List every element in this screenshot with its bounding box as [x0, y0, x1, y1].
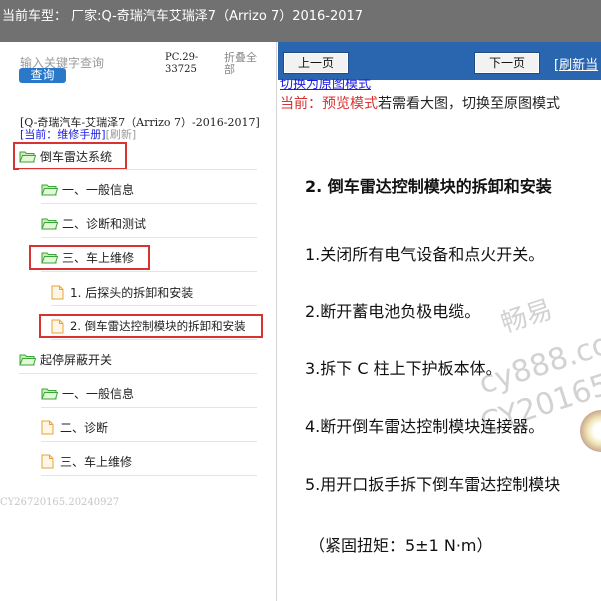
divider — [41, 271, 257, 272]
tree-node-label: 二、诊断和测试 — [62, 216, 147, 231]
divider — [51, 339, 257, 340]
watermark-text: 畅易 — [497, 294, 557, 340]
divider — [41, 441, 257, 442]
preview-mode-line: 当前：预览模式若需看大图，切换至原图模式 — [280, 93, 560, 113]
folder-open-icon — [41, 388, 58, 399]
tree-node-label: 一、一般信息 — [62, 182, 135, 197]
folder-open-icon — [41, 218, 58, 229]
divider — [41, 475, 257, 476]
tree-node-label: 二、诊断 — [60, 420, 109, 435]
window-title-bar: 当前车型： 厂家:Q-奇瑞汽车艾瑞泽7（Arrizo 7）2016-2017 — [0, 0, 601, 42]
next-page-button[interactable]: 下一页 — [474, 52, 540, 74]
tree-node-on-vehicle-service-2[interactable]: 三、车上维修 — [41, 450, 132, 472]
tree-node-start-stop-switch[interactable]: 起停屏蔽开关 — [19, 348, 112, 370]
current-manual-label: [当前：维修手册] — [20, 128, 106, 141]
folder-open-icon — [41, 184, 58, 195]
tree-node-rear-sensor[interactable]: 1. 后探头的拆卸和安装 — [51, 281, 193, 303]
divider — [41, 407, 257, 408]
page-nav-bar: 上一页 下一页 [刷新当 — [278, 42, 601, 80]
document-icon — [41, 454, 54, 468]
tree-node-label: 起停屏蔽开关 — [40, 352, 113, 367]
document-icon — [41, 420, 54, 434]
tree-node-diagnosis[interactable]: 二、诊断 — [41, 416, 108, 438]
tree-node-label: 三、车上维修 — [60, 454, 133, 469]
divider — [41, 203, 257, 204]
prev-page-button[interactable]: 上一页 — [283, 52, 349, 74]
highlight-box — [39, 314, 263, 338]
window-title: 当前车型： 厂家:Q-奇瑞汽车艾瑞泽7（Arrizo 7）2016-2017 — [2, 9, 364, 24]
tree-node-label: 一、一般信息 — [62, 386, 135, 401]
procedure-step: 1.关闭所有电气设备和点火开关。 — [305, 245, 545, 264]
document-icon — [51, 285, 64, 299]
content-panel: 上一页 下一页 [刷新当 切换为原图模式 当前：预览模式若需看大图，切换至原图模… — [278, 42, 601, 601]
preview-mode-hint: 若需看大图，切换至原图模式 — [378, 96, 560, 112]
procedure-step: 5.用开口扳手拆下倒车雷达控制模块 — [305, 475, 561, 494]
divider — [19, 169, 257, 170]
switch-to-original-link[interactable]: 切换为原图模式 — [280, 79, 371, 91]
torque-spec: （紧固扭矩：5±1 N·m） — [309, 536, 493, 555]
procedure-step: 4.断开倒车雷达控制模块连接器。 — [305, 417, 545, 436]
watermark-orb — [580, 410, 601, 452]
sidebar-watermark: CY26720165.20240927 — [0, 497, 120, 508]
sidebar: 输入关键字查询 查询 PC.29-33725 折叠全部 [Q-奇瑞汽车-艾瑞泽7… — [0, 42, 277, 601]
tree-node-diagnosis-testing[interactable]: 二、诊断和测试 — [41, 212, 146, 234]
divider — [41, 237, 257, 238]
tree-node-general-info[interactable]: 一、一般信息 — [41, 178, 134, 200]
highlight-box — [29, 245, 150, 270]
query-button[interactable]: 查询 — [19, 68, 66, 83]
procedure-step: 2.断开蓄电池负极电缆。 — [305, 302, 481, 321]
preview-mode-label: 当前：预览模式 — [280, 96, 378, 112]
folder-open-icon — [19, 354, 36, 365]
collapse-all-button[interactable]: 折叠全部 — [224, 52, 264, 76]
highlight-box — [13, 142, 127, 170]
content-refresh-link[interactable]: [刷新当 — [554, 54, 598, 73]
divider — [51, 305, 257, 306]
sidebar-refresh-link[interactable]: [刷新] — [106, 128, 137, 141]
pc-code: PC.29-33725 — [165, 52, 199, 75]
section-title: 2. 倒车雷达控制模块的拆卸和安装 — [305, 177, 552, 196]
current-manual-line: [当前：维修手册][刷新] — [20, 126, 136, 142]
tree-node-general-info-2[interactable]: 一、一般信息 — [41, 382, 134, 404]
procedure-step: 3.拆下 C 柱上下护板本体。 — [305, 359, 502, 378]
tree-node-label: 1. 后探头的拆卸和安装 — [70, 285, 194, 300]
divider — [19, 373, 257, 374]
